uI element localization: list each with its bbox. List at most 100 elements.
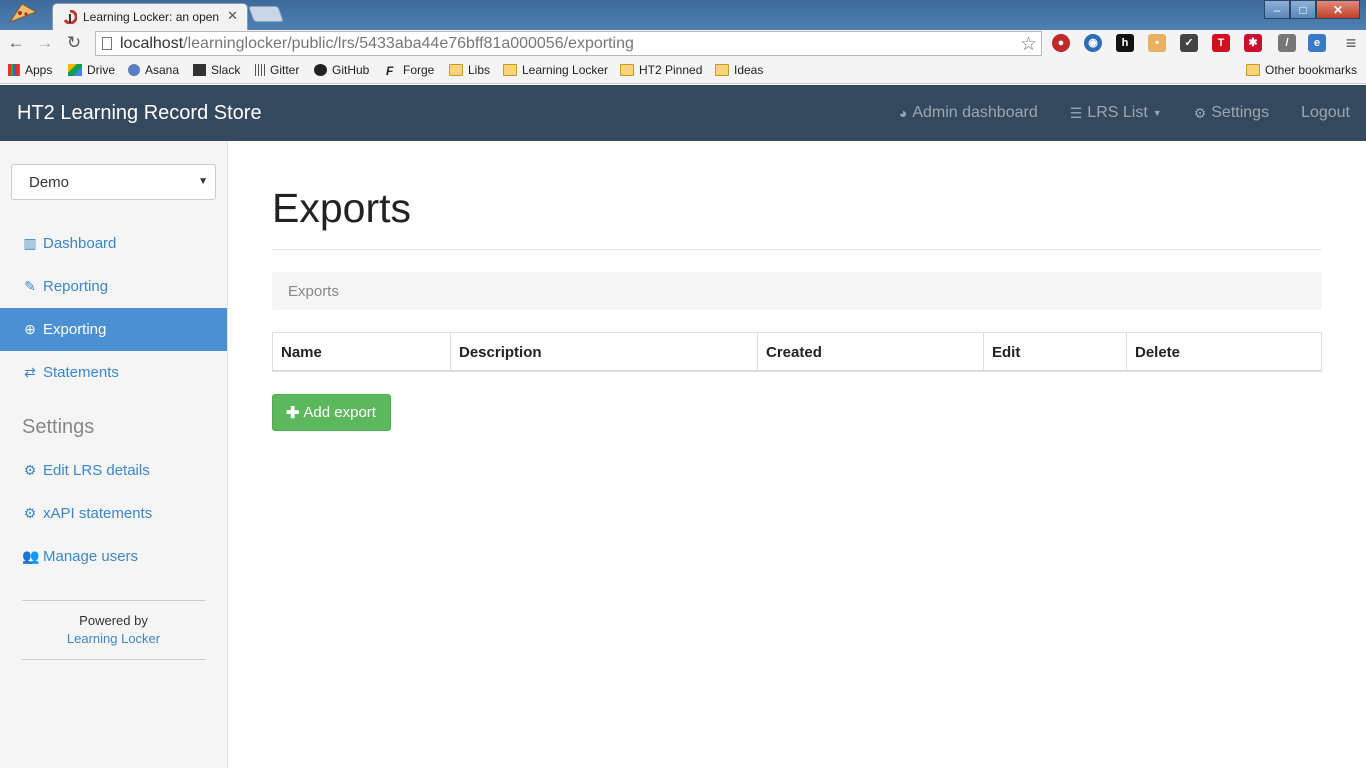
back-icon[interactable]: ← bbox=[5, 32, 27, 54]
breadcrumb: Exports bbox=[272, 272, 1322, 310]
breadcrumb-item: Exports bbox=[288, 283, 339, 300]
learning-locker-favicon bbox=[63, 10, 77, 24]
hackpad-extension-icon[interactable]: h bbox=[1116, 34, 1134, 52]
browser-toolbar: ← → ↻ localhost/learninglocker/public/lr… bbox=[0, 30, 1366, 57]
brand-link[interactable]: HT2 Learning Record Store bbox=[17, 102, 262, 125]
settings-heading: Settings bbox=[22, 416, 95, 438]
gears-icon: ⚙ bbox=[23, 505, 37, 521]
folder-icon bbox=[503, 64, 517, 76]
column-header-edit: Edit bbox=[984, 333, 1127, 371]
title-divider bbox=[272, 249, 1322, 250]
browser-tab-active[interactable]: Learning Locker: an open ✕ bbox=[52, 3, 248, 30]
drive-icon bbox=[68, 64, 82, 76]
column-header-delete: Delete bbox=[1135, 344, 1181, 361]
bookmark-forge[interactable]: F Forge bbox=[386, 63, 434, 78]
folder-icon bbox=[1246, 64, 1260, 76]
settings-link[interactable]: ⚙ Settings bbox=[1178, 104, 1285, 122]
tab-title: Learning Locker: an open bbox=[83, 10, 220, 24]
bookmark-apps[interactable]: Apps bbox=[8, 63, 52, 77]
sidebar-divider bbox=[22, 600, 205, 601]
pocket-extension-icon[interactable]: ✓ bbox=[1180, 34, 1198, 52]
bookmark-github[interactable]: GitHub bbox=[314, 63, 369, 77]
exchange-icon: ⇄ bbox=[24, 364, 36, 380]
gitter-icon bbox=[255, 64, 265, 76]
gear-icon: ⚙ bbox=[1193, 104, 1207, 121]
sidebar: Demo ▼ ▥ Dashboard ✎ Reporting ⊕ Exporting … bbox=[0, 141, 228, 768]
sidebar-item-xapi-statements[interactable]: ⚙ xAPI statements bbox=[0, 492, 227, 535]
ie-tab-extension-icon[interactable]: e bbox=[1308, 34, 1326, 52]
maximize-icon[interactable]: □ bbox=[1290, 0, 1316, 19]
bookmark-libs[interactable]: Libs bbox=[449, 63, 490, 77]
lastpass-extension-icon[interactable]: ✱ bbox=[1244, 34, 1262, 52]
bookmark-slack[interactable]: Slack bbox=[193, 63, 240, 77]
slack-icon bbox=[193, 64, 206, 76]
page-icon bbox=[102, 37, 112, 50]
pencil-icon: ✎ bbox=[24, 278, 36, 294]
globe-extension-icon[interactable]: ◉ bbox=[1084, 34, 1102, 52]
gear-icon: ⚙ bbox=[23, 462, 37, 478]
sidebar-item-statements[interactable]: ⇄ Statements bbox=[0, 351, 227, 394]
users-icon: 👥 bbox=[22, 548, 40, 564]
asana-icon bbox=[128, 64, 140, 76]
minimize-icon[interactable]: – bbox=[1264, 0, 1290, 19]
apps-grid-icon bbox=[8, 64, 20, 76]
todo-extension-icon[interactable]: T bbox=[1212, 34, 1230, 52]
bookmark-ht2-pinned[interactable]: HT2 Pinned bbox=[620, 63, 702, 77]
learning-locker-link[interactable]: Learning Locker bbox=[0, 630, 227, 648]
select-caret-icon: ▼ bbox=[198, 176, 208, 187]
folder-icon bbox=[620, 64, 634, 76]
url-host: localhost bbox=[120, 35, 184, 52]
new-tab-button[interactable] bbox=[248, 6, 284, 22]
sidebar-divider bbox=[22, 659, 205, 660]
column-header-description: Description bbox=[451, 333, 758, 371]
bookmark-asana[interactable]: Asana bbox=[128, 63, 179, 77]
plus-icon: ✚ bbox=[286, 404, 300, 422]
bookmark-learning-locker[interactable]: Learning Locker bbox=[503, 63, 608, 77]
eyedropper-extension-icon[interactable]: / bbox=[1278, 34, 1296, 52]
lrs-list-dropdown[interactable]: ☰ LRS List ▼ bbox=[1054, 104, 1178, 122]
tab-close-icon[interactable]: ✕ bbox=[227, 8, 238, 24]
reload-icon[interactable]: ↻ bbox=[63, 32, 85, 54]
exports-table: Name Description Created Edit Delete bbox=[272, 332, 1322, 372]
column-header-name: Name bbox=[273, 333, 451, 371]
adblock-extension-icon[interactable]: ● bbox=[1052, 34, 1070, 52]
navbar-links: ◕ Admin dashboard ☰ LRS List ▼ ⚙ Settings Lo… bbox=[883, 85, 1366, 141]
browser-app-icon bbox=[8, 3, 38, 24]
forge-icon: F bbox=[386, 64, 394, 78]
bookmark-star-icon[interactable]: ☆ bbox=[1020, 33, 1037, 56]
logout-link[interactable]: Logout bbox=[1285, 104, 1366, 122]
folder-icon bbox=[449, 64, 463, 76]
address-bar[interactable]: localhost/learninglocker/public/lrs/5433… bbox=[95, 31, 1042, 56]
lrs-select-value: Demo bbox=[29, 174, 70, 191]
sidebar-item-edit-lrs[interactable]: ⚙ Edit LRS details bbox=[0, 449, 227, 492]
sidebar-item-dashboard[interactable]: ▥ Dashboard bbox=[0, 222, 227, 265]
bookmark-drive[interactable]: Drive bbox=[68, 63, 115, 77]
github-icon bbox=[314, 64, 327, 76]
browser-tabstrip: Learning Locker: an open ✕ – □ ✕ bbox=[0, 0, 1366, 30]
export-icon: ⊕ bbox=[24, 321, 36, 337]
bookmark-ideas[interactable]: Ideas bbox=[715, 63, 763, 77]
page-title: Exports bbox=[272, 185, 411, 231]
sidebar-item-reporting[interactable]: ✎ Reporting bbox=[0, 265, 227, 308]
admin-dashboard-link[interactable]: ◕ Admin dashboard bbox=[883, 104, 1054, 122]
lrs-select[interactable]: Demo ▼ bbox=[11, 164, 216, 200]
menu-icon[interactable]: ≡ bbox=[1340, 32, 1362, 54]
sidebar-item-exporting[interactable]: ⊕ Exporting bbox=[0, 308, 227, 351]
add-export-button[interactable]: ✚ Add export bbox=[272, 394, 391, 431]
bookmark-gitter[interactable]: Gitter bbox=[255, 63, 299, 77]
bookmarks-bar: Apps Drive Asana Slack Gitter GitHub F Fo… bbox=[0, 57, 1366, 84]
column-header-created: Created bbox=[758, 333, 984, 371]
app-navbar: HT2 Learning Record Store ◕ Admin dashboa… bbox=[0, 85, 1366, 141]
tampermonkey-extension-icon[interactable]: • bbox=[1148, 34, 1166, 52]
powered-by: Powered by Learning Locker bbox=[0, 612, 227, 648]
bookmark-other[interactable]: Other bookmarks bbox=[1246, 63, 1357, 77]
sidebar-item-manage-users[interactable]: 👥 Manage users bbox=[0, 535, 227, 578]
url-path: /learninglocker/public/lrs/5433aba44e76b… bbox=[183, 35, 634, 52]
bar-chart-icon: ▥ bbox=[23, 235, 37, 251]
folder-icon bbox=[715, 64, 729, 76]
close-window-icon[interactable]: ✕ bbox=[1316, 0, 1360, 19]
window-controls: – □ ✕ bbox=[1264, 0, 1360, 20]
caret-down-icon: ▼ bbox=[1152, 108, 1162, 118]
list-icon: ☰ bbox=[1069, 104, 1083, 121]
forward-icon[interactable]: → bbox=[34, 32, 56, 54]
